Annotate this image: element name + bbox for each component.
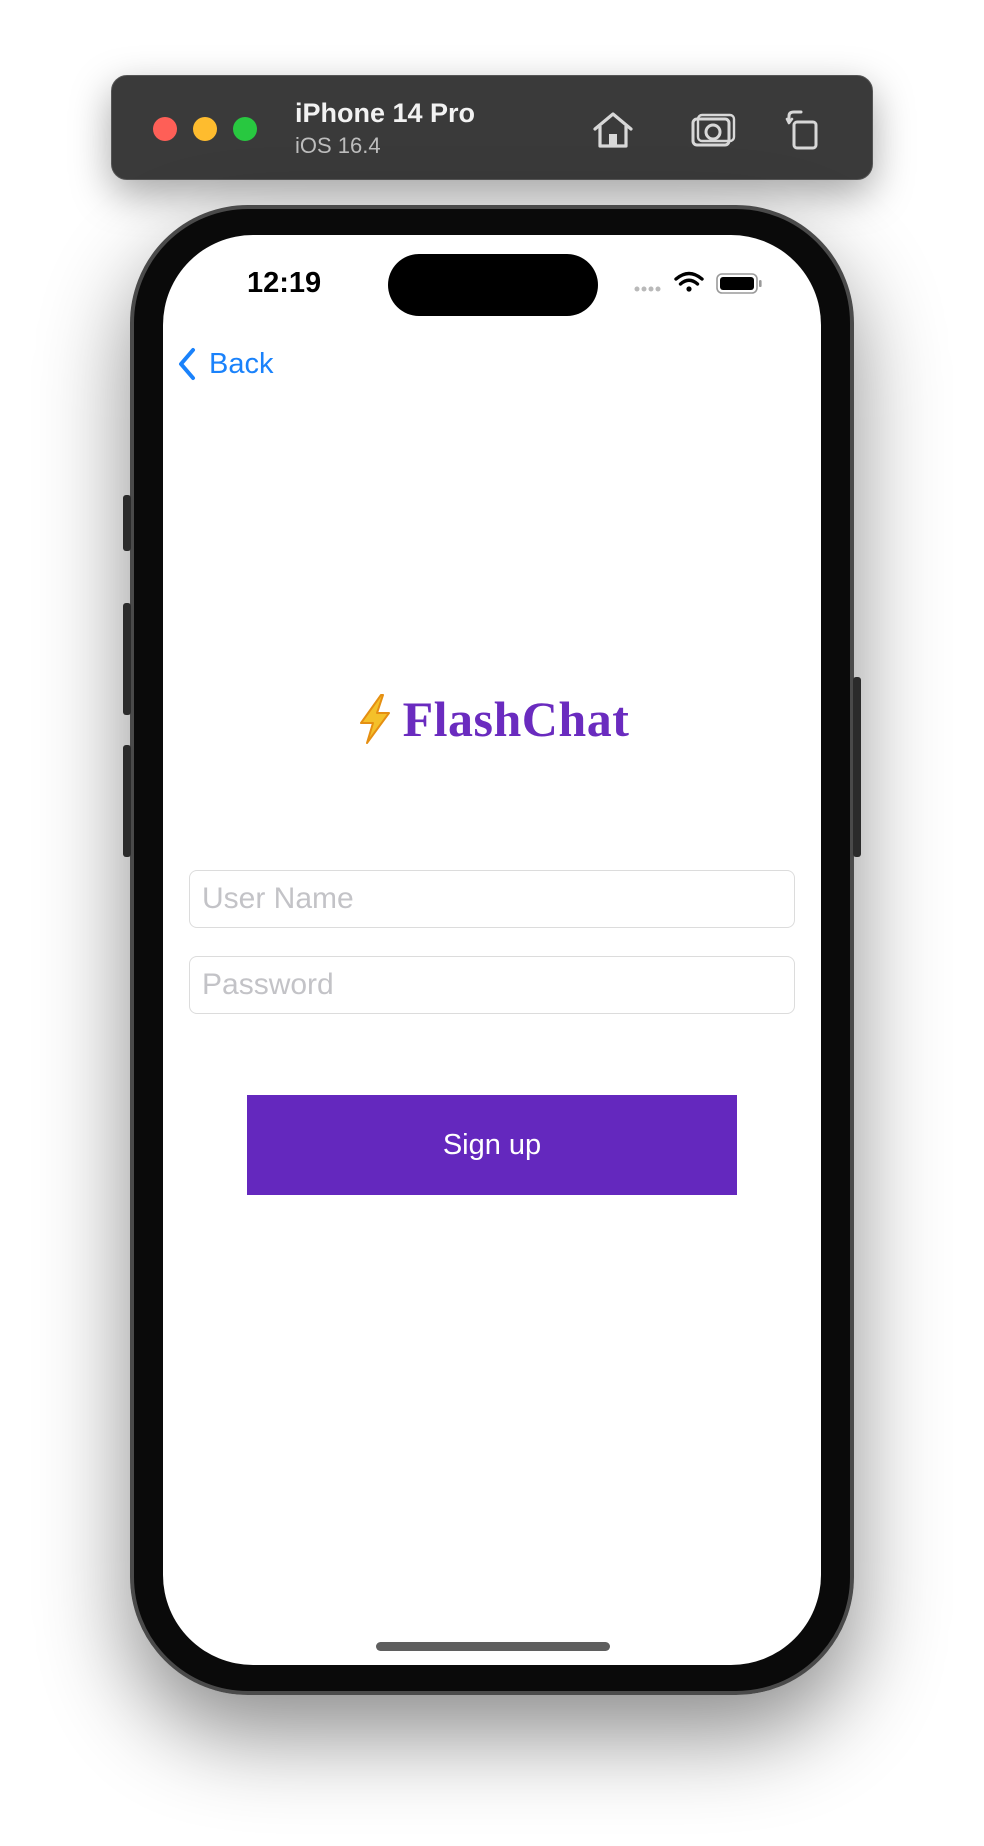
rotate-button[interactable]	[777, 104, 829, 156]
volume-down-button	[123, 745, 131, 857]
cellular-signal-icon	[634, 286, 661, 292]
screenshot-button[interactable]	[687, 104, 739, 156]
wifi-icon	[674, 271, 704, 292]
username-field[interactable]	[189, 870, 795, 928]
zoom-window-button[interactable]	[233, 117, 257, 141]
minimize-window-button[interactable]	[193, 117, 217, 141]
home-indicator	[376, 1642, 610, 1651]
username-input[interactable]	[202, 882, 794, 916]
rotate-icon	[785, 110, 818, 150]
simulator-toolbar: iPhone 14 Pro iOS 16.4	[111, 75, 873, 180]
sign-up-button[interactable]: Sign up	[247, 1095, 737, 1195]
screenshot-icon	[691, 113, 736, 147]
password-input[interactable]	[202, 968, 794, 1002]
dynamic-island	[388, 254, 598, 316]
home-icon	[593, 112, 633, 148]
device-name: iPhone 14 Pro	[295, 98, 476, 128]
close-window-button[interactable]	[153, 117, 177, 141]
status-time: 12:19	[247, 267, 322, 299]
password-field[interactable]	[189, 956, 795, 1014]
home-button[interactable]	[587, 104, 639, 156]
back-label: Back	[209, 347, 274, 380]
action-button	[123, 495, 131, 551]
os-version: iOS 16.4	[295, 133, 381, 158]
battery-icon	[716, 273, 762, 294]
app-title: FlashChat	[402, 691, 630, 747]
lightning-bolt-icon	[355, 693, 395, 745]
back-button[interactable]: Back	[177, 342, 273, 386]
sign-up-label: Sign up	[442, 1128, 542, 1161]
power-button	[853, 677, 861, 857]
app-logo: FlashChat	[163, 690, 821, 748]
status-icons	[634, 271, 762, 294]
volume-up-button	[123, 603, 131, 715]
phone-screen: 12:19 Back FlashChat User Name Sign up	[163, 235, 821, 1665]
chevron-left-icon	[177, 347, 197, 381]
